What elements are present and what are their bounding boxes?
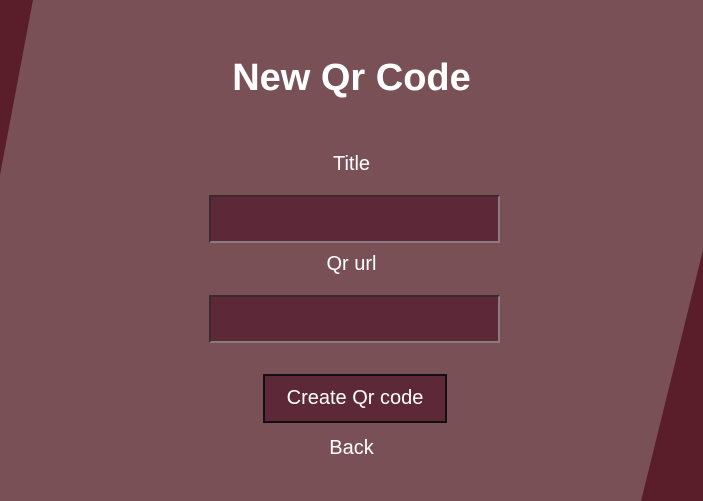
- qr-url-input[interactable]: [209, 295, 500, 343]
- qr-url-label: Qr url: [326, 253, 377, 275]
- title-input[interactable]: [209, 195, 500, 243]
- new-qr-form: New Qr Code Title Qr url Create Qr code …: [0, 0, 703, 501]
- title-label: Title: [332, 153, 371, 175]
- back-link[interactable]: Back: [0, 436, 703, 460]
- create-qr-code-button[interactable]: Create Qr code: [263, 374, 447, 423]
- page-title: New Qr Code: [232, 57, 471, 99]
- page-background: New Qr Code Title Qr url Create Qr code …: [0, 0, 703, 501]
